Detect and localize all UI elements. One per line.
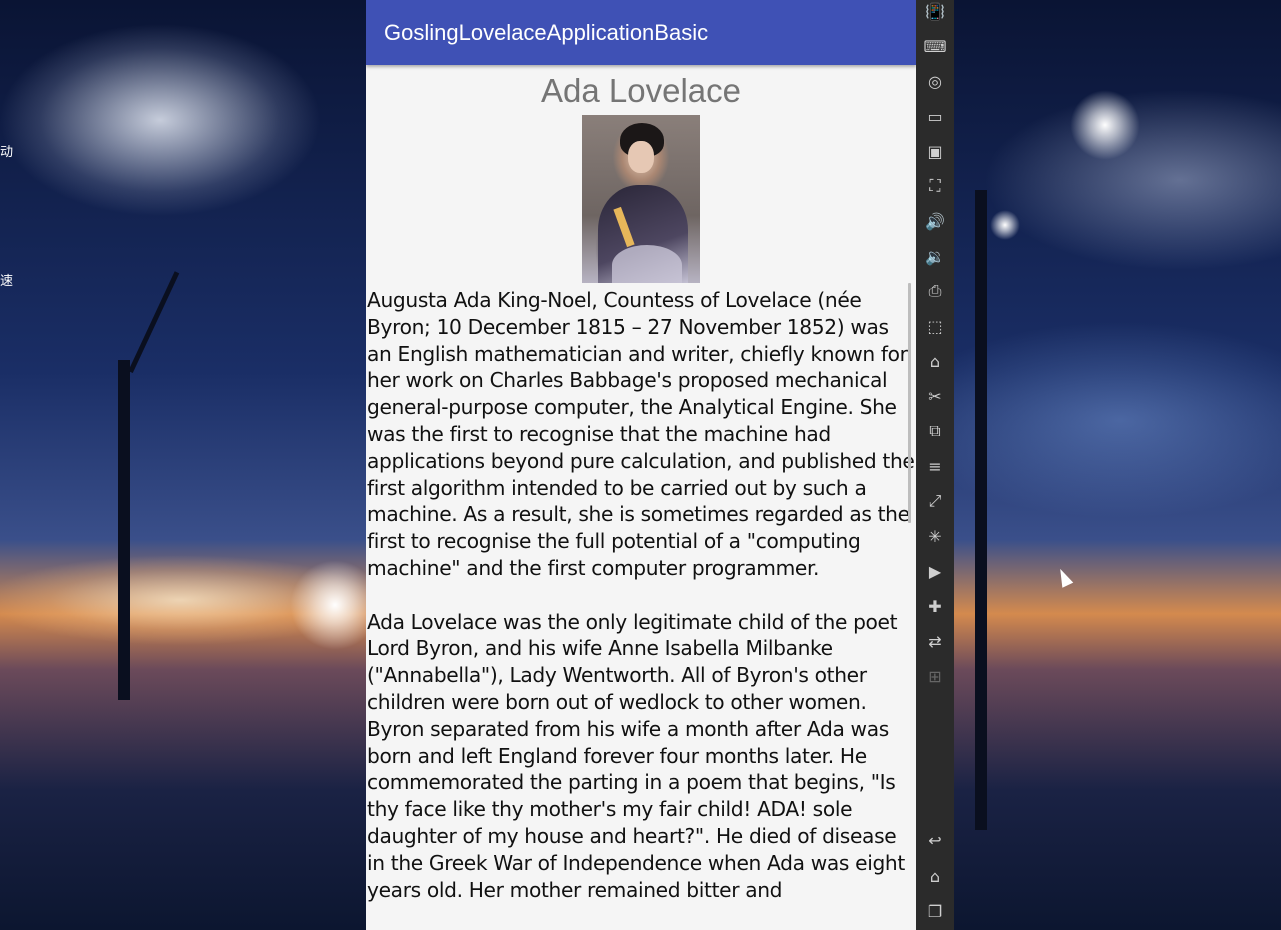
home-icon[interactable]: ⌂ — [916, 861, 954, 891]
app-title: GoslingLovelaceApplicationBasic — [384, 19, 709, 45]
video-icon[interactable]: ▶ — [916, 556, 954, 586]
scroll-content[interactable]: Ada Lovelace Augusta Ada King-Noel, Coun… — [366, 70, 916, 903]
desktop-label: 速 — [0, 274, 14, 289]
shake-icon[interactable]: 📳 — [916, 0, 954, 26]
apk-icon[interactable]: ⌂ — [916, 346, 954, 376]
street-pole-right — [975, 190, 987, 830]
biography-text: Augusta Ada King-Noel, Countess of Lovel… — [366, 283, 916, 903]
app-bar: GoslingLovelaceApplicationBasic — [366, 0, 916, 65]
keyboard-icon[interactable]: ⌨ — [916, 31, 954, 61]
printer-icon[interactable]: ⎙ — [916, 276, 954, 306]
volume-down-icon[interactable]: 🔉 — [916, 241, 954, 271]
location-icon[interactable]: ◎ — [916, 66, 954, 96]
swap-icon[interactable]: ⇄ — [916, 626, 954, 656]
ada-portrait-image — [582, 115, 700, 283]
menu-icon[interactable]: ≡ — [916, 451, 954, 481]
street-pole — [118, 360, 130, 700]
add-icon[interactable]: ⊞ — [916, 661, 954, 691]
screen-icon[interactable]: ▭ — [916, 101, 954, 131]
fullscreen-icon[interactable]: ⛶ — [916, 171, 954, 201]
recents-icon[interactable]: ❐ — [916, 896, 954, 926]
page-title: Ada Lovelace — [541, 72, 741, 109]
scissors-icon[interactable]: ✂ — [916, 381, 954, 411]
street-pole-arm — [128, 271, 180, 374]
paragraph: Ada Lovelace was the only legitimate chi… — [367, 609, 905, 902]
paragraph: Augusta Ada King-Noel, Countess of Lovel… — [367, 288, 915, 580]
scrollbar[interactable] — [908, 283, 911, 523]
emulator-toolbar: 📳 ⌨ ◎ ▭ ▣ ⛶ 🔊 🔉 ⎙ ⬚ ⌂ ✂ ⧉ ≡ ⤢ ✳ ▶ ✚ ⇄ ⊞ … — [916, 0, 954, 930]
gamepad-icon[interactable]: ✚ — [916, 591, 954, 621]
star-flare — [1070, 90, 1140, 160]
star-flare-small — [990, 210, 1020, 240]
storage-icon[interactable]: ▣ — [916, 136, 954, 166]
app-window: GoslingLovelaceApplicationBasic Ada Love… — [366, 0, 916, 930]
desktop-label: 动 — [0, 145, 14, 160]
screenshot-icon[interactable]: ⬚ — [916, 311, 954, 341]
back-icon[interactable]: ↩ — [916, 825, 954, 855]
volume-up-icon[interactable]: 🔊 — [916, 206, 954, 236]
multi-window-icon[interactable]: ⧉ — [916, 416, 954, 446]
resize-icon[interactable]: ⤢ — [916, 486, 954, 516]
loading-icon[interactable]: ✳ — [916, 521, 954, 551]
